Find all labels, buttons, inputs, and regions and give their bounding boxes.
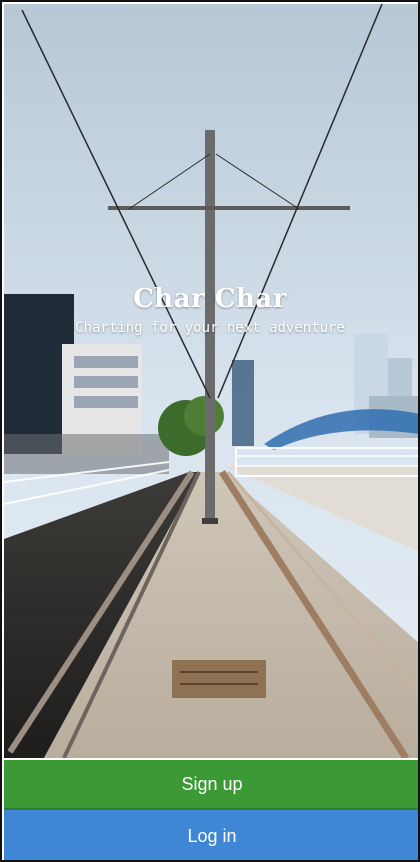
log-in-button[interactable]: Log in (4, 810, 418, 860)
sign-up-button[interactable]: Sign up (4, 760, 418, 810)
app-frame: Char Char Charting for your next adventu… (0, 0, 420, 862)
app-title: Char Char (133, 284, 287, 314)
background-photo (4, 4, 418, 758)
railway-scene-illustration (4, 4, 418, 758)
app-tagline: Charting for your next adventure (75, 320, 345, 336)
